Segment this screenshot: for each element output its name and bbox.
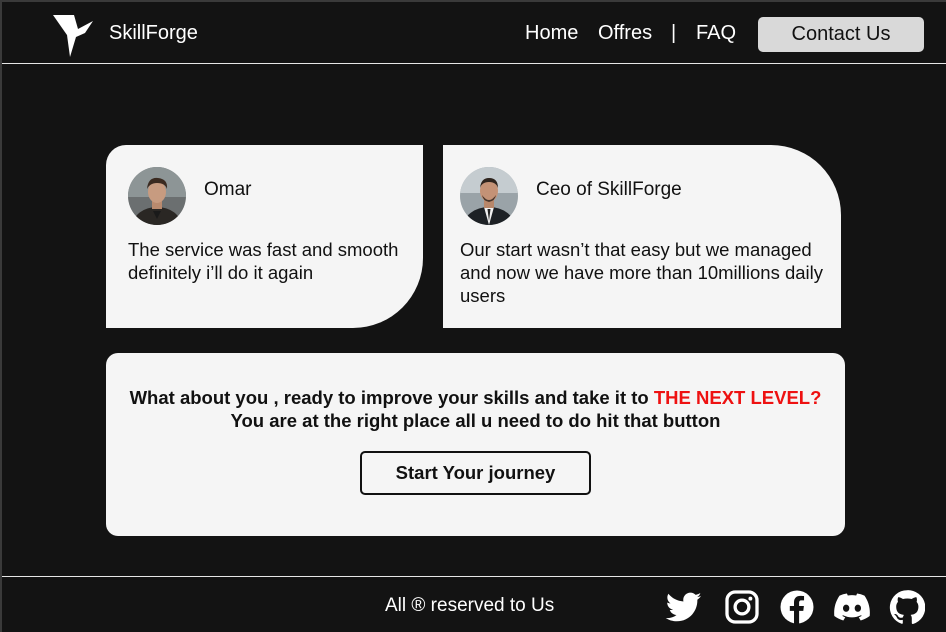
start-journey-button[interactable]: Start Your journey (360, 451, 591, 495)
header: SkillForge Home Offres | FAQ Contact Us (2, 2, 946, 64)
cta-highlight: THE NEXT LEVEL? (653, 387, 822, 408)
cta-panel: What about you , ready to improve your s… (106, 353, 845, 536)
nav-separator: | (671, 22, 677, 44)
nav-home-link[interactable]: Home (525, 22, 578, 45)
page-frame: SkillForge Home Offres | FAQ Contact Us … (0, 0, 946, 632)
footer: All ® reserved to Us (2, 576, 946, 632)
testimonial-card: Ceo of SkillForge Our start wasn’t that … (443, 145, 841, 328)
person-avatar-icon (128, 167, 186, 225)
testimonial-name: Omar (204, 179, 252, 200)
nav-faq-link[interactable]: FAQ (696, 22, 736, 45)
footer-copyright: All ® reserved to Us (385, 595, 555, 616)
cta-heading-prefix: What about you , ready to improve your s… (129, 387, 654, 408)
contact-us-button[interactable]: Contact Us (758, 17, 924, 52)
avatar (460, 167, 518, 225)
brand-name[interactable]: SkillForge (109, 22, 198, 45)
avatar (128, 167, 186, 225)
bird-logo-icon[interactable] (52, 15, 94, 57)
nav-offres-link[interactable]: Offres (598, 22, 652, 45)
github-icon[interactable] (889, 589, 925, 625)
facebook-icon[interactable] (779, 589, 815, 625)
discord-icon[interactable] (834, 589, 870, 625)
testimonial-text: The service was fast and smooth definite… (128, 239, 399, 283)
person-avatar-icon (460, 167, 518, 225)
twitter-icon[interactable] (664, 589, 704, 625)
testimonial-card: Omar The service was fast and smooth def… (106, 145, 423, 328)
testimonial-text: Our start wasn’t that easy but we manage… (460, 239, 824, 306)
instagram-icon[interactable] (724, 589, 760, 625)
cta-heading: What about you , ready to improve your s… (106, 387, 845, 409)
cta-subheading: You are at the right place all u need to… (230, 410, 721, 431)
testimonial-name: Ceo of SkillForge (536, 179, 682, 200)
